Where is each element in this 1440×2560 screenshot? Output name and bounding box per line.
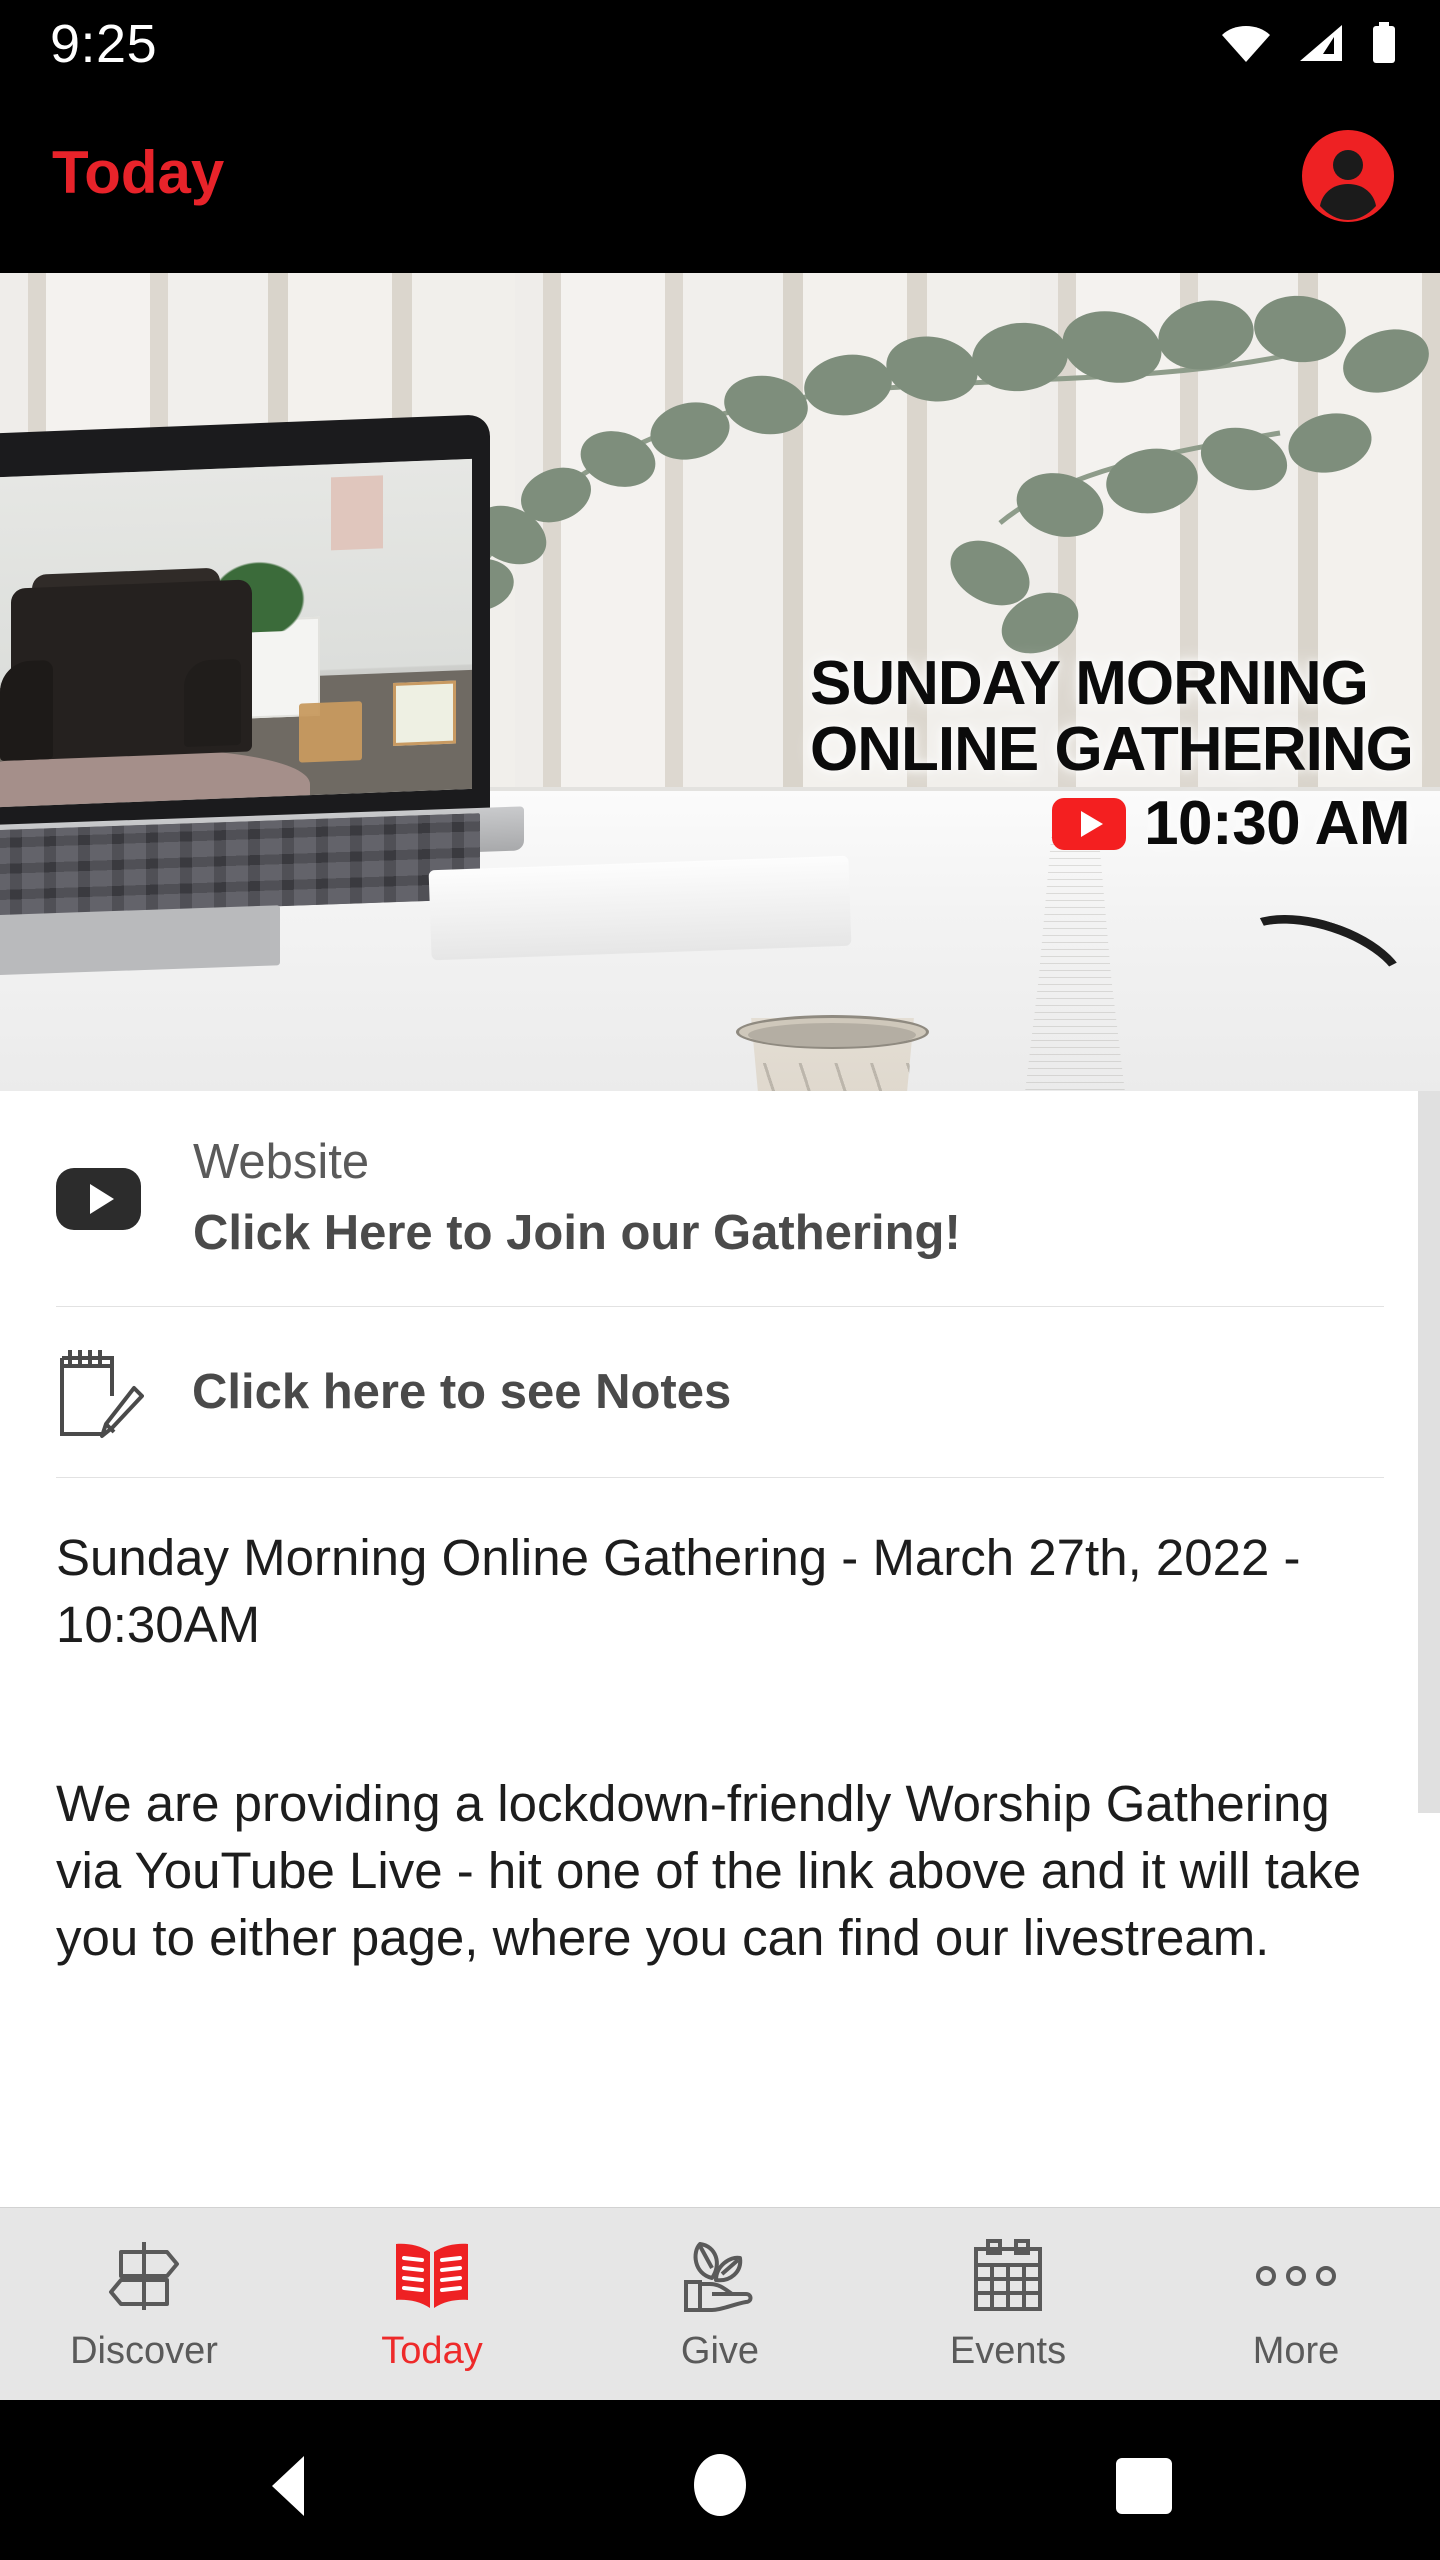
hero-overlay-text: SUNDAY MORNING ONLINE GATHERING 10:30 AM [810,649,1414,857]
tab-label-more: More [1252,2330,1340,2372]
notebook-on-desk [428,855,852,961]
wifi-icon [1220,23,1272,68]
post-body: We are providing a lockdown-friendly Wor… [56,1775,1362,1966]
hero-overlay-line2: ONLINE GATHERING [810,715,1414,784]
tab-label-discover: Discover [70,2330,218,2372]
link-label: Click Here to Join our Gathering! [193,1205,961,1260]
laptop [0,414,530,977]
three-dots-icon [1254,2235,1338,2317]
tab-discover[interactable]: Discover [0,2208,288,2400]
tab-today[interactable]: Today [288,2208,576,2400]
battery-icon [1370,22,1398,69]
notepad-pencil-icon [56,1344,144,1440]
tab-label-today: Today [381,2330,483,2372]
notes-label: Click here to see Notes [192,1365,732,1419]
back-triangle-icon[interactable] [272,2456,304,2516]
tab-label-events: Events [949,2330,1067,2372]
status-bar-clock: 9:25 [50,14,158,74]
tab-label-give: Give [680,2330,760,2372]
content-scroll-area: Website Click Here to Join our Gathering… [0,1091,1440,2207]
hero-overlay-time-row: 10:30 AM [810,791,1410,857]
tab-events[interactable]: Events [864,2208,1152,2400]
post-title: Sunday Morning Online Gathering - March … [56,1529,1301,1653]
hero-banner-image[interactable]: SUNDAY MORNING ONLINE GATHERING 10:30 AM [0,273,1440,1091]
hero-overlay-time: 10:30 AM [1144,789,1410,858]
link-sublabel: Website [193,1134,370,1189]
home-circle-icon[interactable] [694,2454,746,2516]
hand-with-sprout-icon [678,2235,762,2317]
youtube-icon [1052,798,1127,850]
bottom-tab-bar: Discover Today Give Events More [0,2207,1440,2400]
hero-overlay-line1: SUNDAY MORNING [810,649,1369,718]
post-body-block: We are providing a lockdown-friendly Wor… [0,1658,1440,1971]
laptop-trackpad [0,905,280,977]
open-book-icon [392,2235,472,2317]
phone-screen: 9:25 Today SUNDAY MORNING ONLINE GATHERI… [0,0,1440,2560]
status-bar: 9:25 [0,0,1440,88]
signpost-icon [105,2235,183,2317]
post-title-block: Sunday Morning Online Gathering - March … [0,1478,1440,1658]
calendar-icon [970,2235,1046,2317]
link-row-texts: Website Click Here to Join our Gathering… [193,1133,961,1265]
pot-stripes [754,1063,911,1091]
app-bar: Today [0,88,1440,273]
tab-more[interactable]: More [1152,2208,1440,2400]
pot-interior [748,1023,916,1047]
account-circle-icon[interactable] [1302,130,1394,222]
android-navigation-bar [0,2400,1440,2560]
link-row-notes[interactable]: Click here to see Notes [0,1307,1440,1477]
youtube-play-icon [56,1167,141,1230]
laptop-keyboard [0,813,480,919]
page-title: Today [52,139,225,206]
tab-give[interactable]: Give [576,2208,864,2400]
status-bar-icons [1220,22,1398,69]
link-row-website[interactable]: Website Click Here to Join our Gathering… [0,1091,1440,1306]
cellular-signal-icon [1298,23,1344,68]
recents-square-icon[interactable] [1116,2458,1172,2514]
laptop-screen [0,458,472,810]
